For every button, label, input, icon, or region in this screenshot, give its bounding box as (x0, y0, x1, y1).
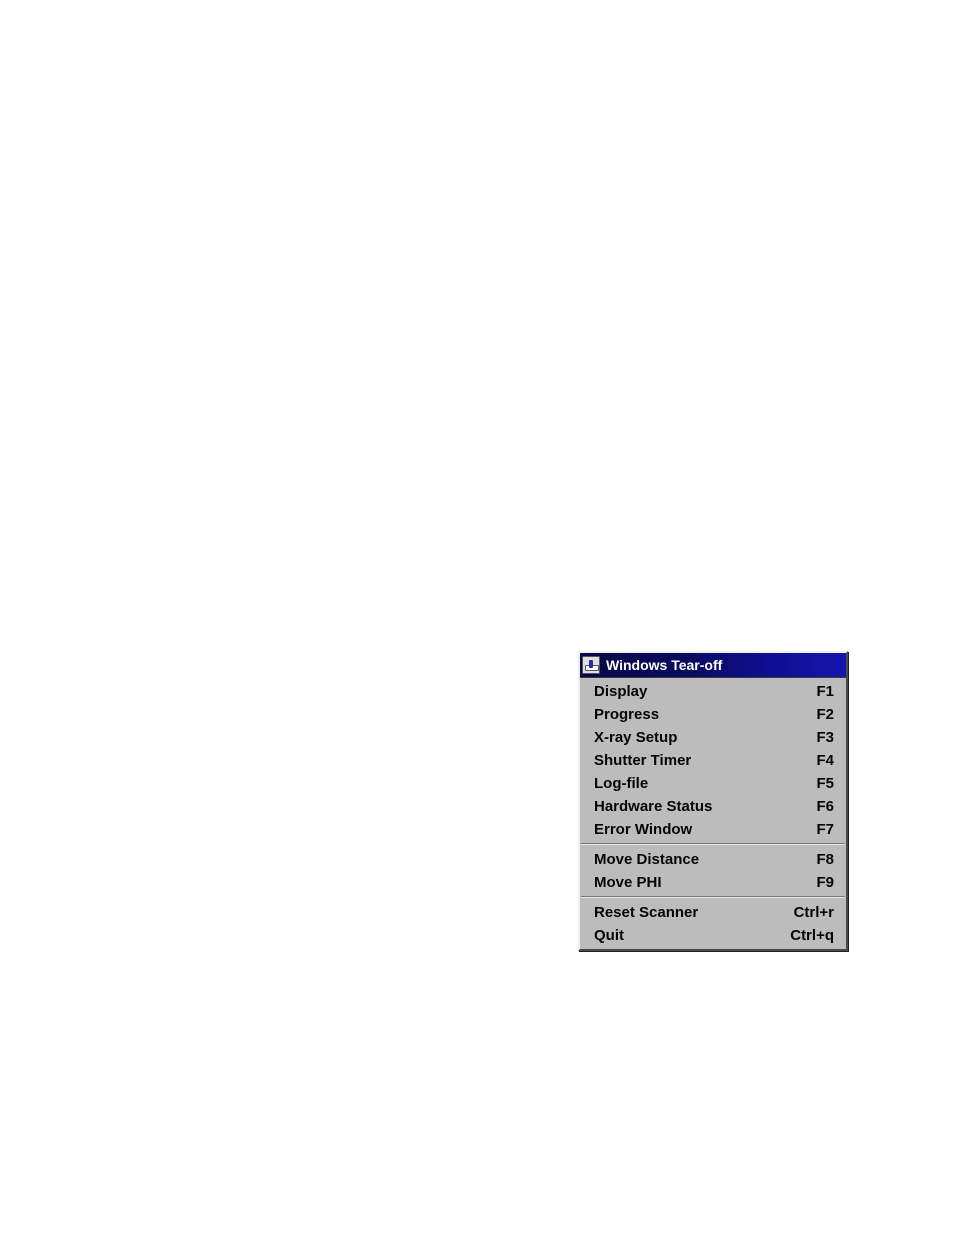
menu-item-accelerator: F2 (806, 706, 834, 723)
menu-item-accelerator: Ctrl+r (784, 904, 834, 921)
menu-item-progress[interactable]: Progress F2 (580, 703, 846, 726)
menu-item-label: Progress (594, 706, 659, 723)
menu-item-accelerator: F5 (806, 775, 834, 792)
menu-item-label: X-ray Setup (594, 729, 677, 746)
menu-item-accelerator: Ctrl+q (780, 927, 834, 944)
window-title: Windows Tear-off (606, 657, 722, 673)
menu-item-label: Log-file (594, 775, 648, 792)
menu-item-label: Display (594, 683, 647, 700)
menu-item-hardware-status[interactable]: Hardware Status F6 (580, 795, 846, 818)
menu-item-accelerator: F3 (806, 729, 834, 746)
menu-item-display[interactable]: Display F1 (580, 680, 846, 703)
menu-item-label: Shutter Timer (594, 752, 691, 769)
menu-item-accelerator: F9 (806, 874, 834, 891)
menu-item-error-window[interactable]: Error Window F7 (580, 818, 846, 841)
menu-item-accelerator: F8 (806, 851, 834, 868)
menu-item-accelerator: F1 (806, 683, 834, 700)
menu-item-move-distance[interactable]: Move Distance F8 (580, 848, 846, 871)
menu-item-label: Reset Scanner (594, 904, 698, 921)
system-menu-icon[interactable] (582, 656, 600, 674)
tearoff-window: Windows Tear-off Display F1 Progress F2 … (578, 651, 848, 951)
menu-item-accelerator: F4 (806, 752, 834, 769)
menu-item-move-phi[interactable]: Move PHI F9 (580, 871, 846, 894)
menu-item-label: Move Distance (594, 851, 699, 868)
menu-item-quit[interactable]: Quit Ctrl+q (580, 924, 846, 947)
menu-item-label: Hardware Status (594, 798, 712, 815)
menu-item-accelerator: F7 (806, 821, 834, 838)
menu-item-shutter-timer[interactable]: Shutter Timer F4 (580, 749, 846, 772)
menu-item-log-file[interactable]: Log-file F5 (580, 772, 846, 795)
menu-separator (581, 843, 845, 845)
menu-separator (581, 896, 845, 898)
menu-body: Display F1 Progress F2 X-ray Setup F3 Sh… (580, 678, 846, 949)
titlebar[interactable]: Windows Tear-off (580, 653, 846, 678)
menu-item-label: Quit (594, 927, 624, 944)
menu-item-accelerator: F6 (806, 798, 834, 815)
menu-item-label: Error Window (594, 821, 692, 838)
menu-item-xray-setup[interactable]: X-ray Setup F3 (580, 726, 846, 749)
menu-item-label: Move PHI (594, 874, 662, 891)
menu-item-reset-scanner[interactable]: Reset Scanner Ctrl+r (580, 901, 846, 924)
